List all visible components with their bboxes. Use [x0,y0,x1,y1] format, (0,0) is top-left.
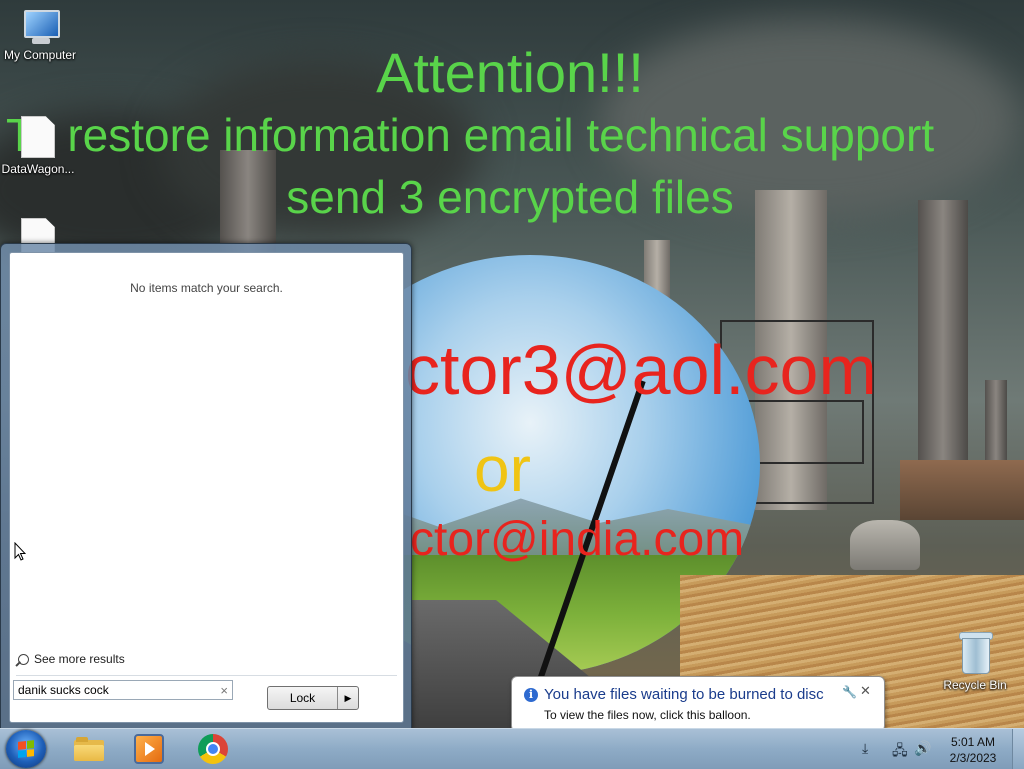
balloon-body: To view the files now, click this balloo… [544,708,751,722]
ransom-line-send: send 3 encrypted files [286,171,734,223]
clock-date: 2/3/2023 [949,751,997,765]
clock-time: 5:01 AM [950,735,996,749]
notification-balloon[interactable]: i You have files waiting to be burned to… [511,676,885,743]
ransom-line-restore: To restore information email technical s… [6,109,935,161]
taskbar-media-player[interactable] [122,732,176,766]
search-query: danik sucks cock [18,683,109,697]
media-player-icon [134,734,164,764]
ransom-or: or [474,433,531,505]
document-icon [21,116,55,158]
windows-logo-icon [18,740,34,758]
desktop-icon-recycle-bin[interactable]: Recycle Bin [935,632,1015,692]
folder-icon [74,737,104,761]
recycle-bin-icon [959,632,993,674]
storage-tank [850,520,920,570]
search-icon [18,653,29,665]
start-button[interactable] [6,730,46,768]
lock-button[interactable]: Lock ▶ [267,686,359,710]
ransom-email-1: ctor3@aol.com [405,331,877,409]
start-search-input[interactable]: danik sucks cock × [13,680,233,700]
see-more-results-link[interactable]: See more results [18,652,125,666]
show-desktop-button[interactable] [1012,729,1024,769]
factory-roof [900,460,1024,520]
see-more-results-label: See more results [34,652,125,666]
desktop-icon-label: My Computer [3,48,77,62]
search-results-panel: No items match your search. See more res… [9,252,404,723]
info-icon: i [524,688,538,702]
chrome-icon [198,734,228,764]
lock-button-label: Lock [268,687,338,709]
divider [16,675,397,676]
chimney [918,200,968,490]
taskbar-windows-explorer[interactable] [62,732,116,766]
close-icon[interactable]: ✕ [860,683,871,699]
options-wrench-icon[interactable]: 🔧 [842,685,857,699]
desktop-icon-label: DataWagon... [1,162,75,176]
computer-icon [20,10,60,44]
clear-search-icon[interactable]: × [220,683,228,698]
power-options-arrow-icon[interactable]: ▶ [338,687,358,709]
burn-disc-tray-icon[interactable]: ⤓ [862,740,868,757]
ransom-headline: Attention!!! [376,41,644,104]
volume-icon[interactable]: 🔊 [914,740,931,757]
desktop-icon-datawagon[interactable]: DataWagon... [0,116,78,176]
ransom-email-2: ctor@india.com [410,513,745,566]
no-results-message: No items match your search. [130,281,283,295]
balloon-title: You have files waiting to be burned to d… [544,686,824,703]
desktop-icon-label: Recycle Bin [943,678,1007,692]
taskbar: ⤓ 🖧 🔊 5:01 AM 2/3/2023 [0,728,1024,769]
start-menu: No items match your search. See more res… [0,243,412,730]
system-clock[interactable]: 5:01 AM 2/3/2023 [936,734,1010,766]
desktop-icon-my-computer[interactable]: My Computer [0,10,80,62]
network-icon[interactable]: 🖧 [892,740,908,764]
taskbar-chrome[interactable] [186,732,240,766]
